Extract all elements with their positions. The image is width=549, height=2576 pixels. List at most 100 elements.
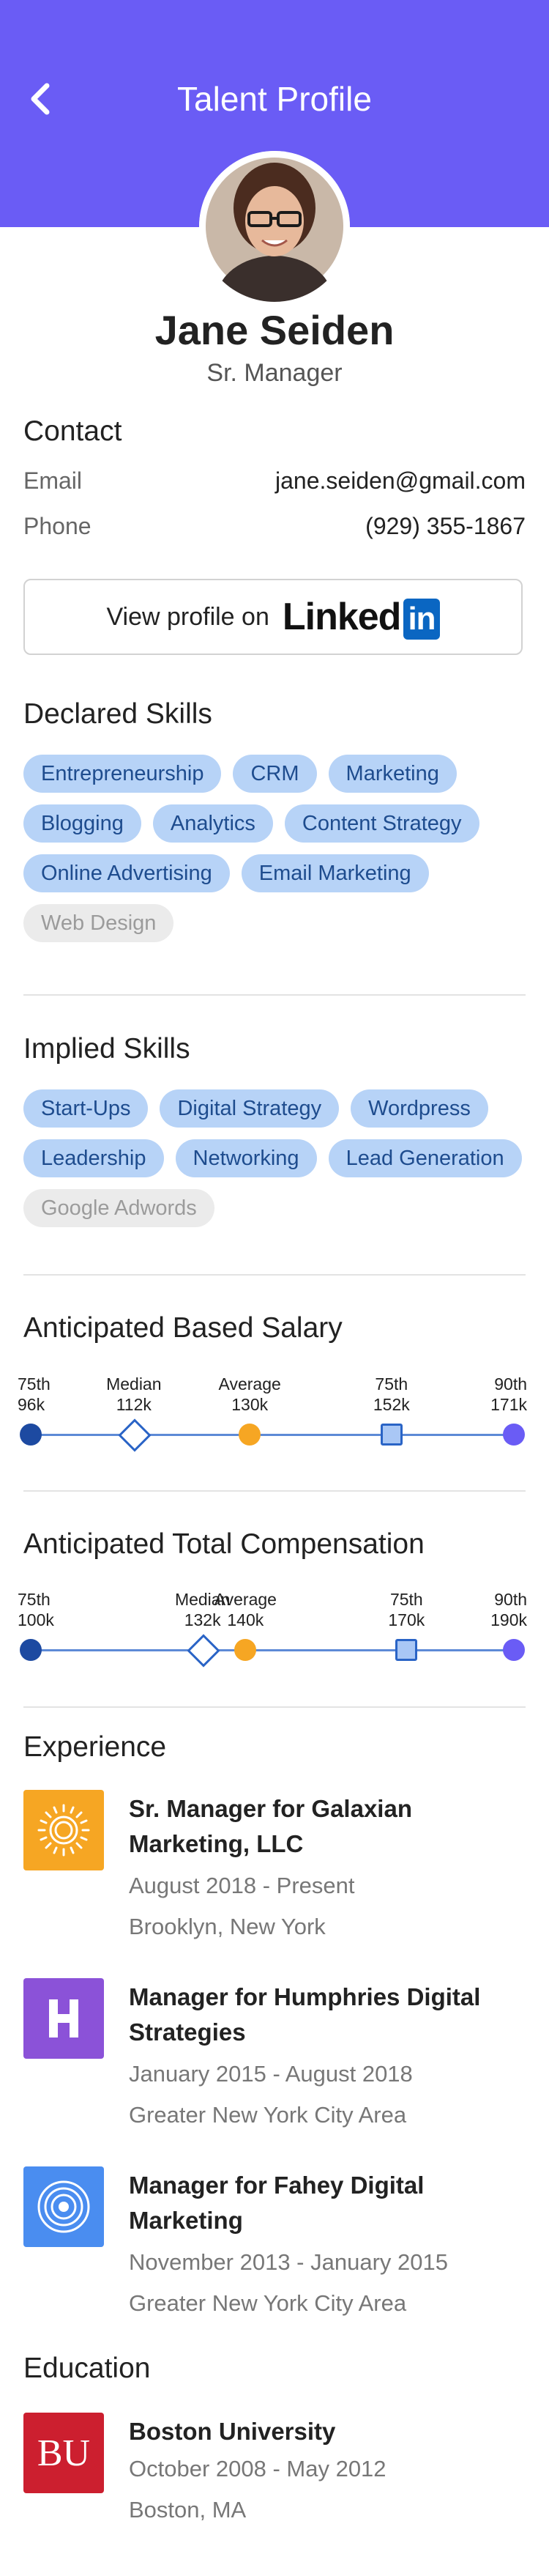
- range-value-label: 130k: [231, 1395, 269, 1414]
- education-school: Boston University: [129, 2418, 336, 2445]
- range-percentile-label: 75th: [389, 1590, 423, 1609]
- experience-location: Greater New York City Area: [129, 2290, 407, 2316]
- view-linkedin-profile-button[interactable]: View profile on Linked in: [23, 579, 523, 655]
- experience-location: Brooklyn, New York: [129, 1914, 326, 1939]
- education-title: Education: [23, 2353, 151, 2384]
- implied-skills-chip[interactable]: Google Adwords: [23, 1189, 214, 1227]
- experience-dates: August 2018 - Present: [129, 1873, 355, 1898]
- range-marker-dot-yellow: [234, 1639, 257, 1661]
- range-marker-dot-blue: [20, 1639, 42, 1661]
- range-marker-square: [395, 1639, 418, 1661]
- declared-skills-title: Declared Skills: [23, 698, 212, 730]
- sun-logo-icon: [37, 1804, 90, 1857]
- profile-role: Sr. Manager: [206, 359, 343, 387]
- implied-skills-chip[interactable]: Lead Generation: [328, 1139, 522, 1177]
- implied-skills-chip[interactable]: Networking: [175, 1139, 317, 1177]
- range-tick-label: Average 130k: [206, 1374, 294, 1415]
- profile-photo: [199, 151, 350, 302]
- range-percentile-label: 75th: [375, 1374, 408, 1394]
- experience-title: Experience: [23, 1731, 167, 1763]
- divider: [23, 994, 526, 996]
- phone-label: Phone: [23, 513, 92, 539]
- avatar: [199, 151, 350, 302]
- declared-skills-chip[interactable]: Entrepreneurship: [23, 755, 222, 793]
- range-value-label: 100k: [18, 1610, 54, 1629]
- range-percentile-label: Average: [214, 1590, 277, 1609]
- range-percentile-label: Median: [106, 1374, 162, 1394]
- experience-dates: November 2013 - January 2015: [129, 2249, 448, 2275]
- email-value[interactable]: jane.seiden@gmail.com: [275, 467, 526, 495]
- range-marker-dot-blue: [20, 1424, 42, 1446]
- experience-location: Greater New York City Area: [129, 2102, 407, 2128]
- implied-skills-title: Implied Skills: [23, 1033, 190, 1065]
- range-percentile-label: 90th: [494, 1590, 527, 1609]
- experience-dates: January 2015 - August 2018: [129, 2061, 413, 2087]
- declared-skills-chip[interactable]: CRM: [233, 755, 317, 793]
- linkedin-wordmark: Linked: [282, 595, 402, 638]
- bu-logo-text: BU: [37, 2432, 91, 2474]
- range-percentile-label: Average: [218, 1374, 281, 1394]
- range-value-label: 171k: [490, 1395, 527, 1414]
- declared-skills-chip[interactable]: Email Marketing: [241, 854, 429, 892]
- range-marker-dot-purple: [503, 1639, 525, 1661]
- range-marker-diamond: [187, 1634, 220, 1668]
- range-tick-label: 75th 170k: [362, 1589, 450, 1630]
- range-track: [31, 1649, 514, 1651]
- base-salary-title: Anticipated Based Salary: [23, 1312, 343, 1344]
- range-tick-label: Average 140k: [201, 1589, 289, 1630]
- declared-skills-chip[interactable]: Online Advertising: [23, 854, 230, 892]
- range-tick-label: Median 112k: [90, 1374, 178, 1415]
- experience-title-text: Manager for Fahey Digital Marketing: [129, 2172, 425, 2234]
- range-marker-dot-purple: [503, 1424, 525, 1446]
- linkedin-button-label: View profile on: [106, 602, 269, 631]
- total-comp-title: Anticipated Total Compensation: [23, 1528, 425, 1560]
- range-percentile-label: 90th: [494, 1374, 527, 1394]
- declared-skills-chip[interactable]: Blogging: [23, 804, 141, 843]
- experience-logo: [23, 1978, 104, 2059]
- range-percentile-label: 75th: [18, 1590, 51, 1609]
- implied-skills-chip[interactable]: Start-Ups: [23, 1089, 149, 1128]
- range-tick-label: 75th 100k: [18, 1589, 105, 1630]
- range-value-label: 112k: [116, 1395, 152, 1414]
- page-title: Talent Profile: [177, 80, 372, 118]
- divider: [23, 1274, 526, 1276]
- range-tick-label: 75th 152k: [348, 1374, 436, 1415]
- declared-skills-chip[interactable]: Content Strategy: [284, 804, 479, 843]
- range-value-label: 170k: [388, 1610, 425, 1629]
- divider: [23, 1706, 526, 1708]
- base-salary-range: 75th 96k Median 112k Average 130k 75th 152k 90th…: [0, 1374, 549, 1462]
- implied-skills-chip[interactable]: Wordpress: [351, 1089, 488, 1128]
- linkedin-logo: Linked in: [283, 595, 440, 640]
- range-marker-diamond: [118, 1418, 152, 1452]
- email-label: Email: [23, 467, 83, 494]
- education-location: Boston, MA: [129, 2497, 247, 2523]
- phone-value[interactable]: (929) 355-1867: [365, 513, 526, 540]
- range-tick-label: 90th 190k: [439, 1589, 527, 1630]
- range-marker-square: [380, 1424, 403, 1446]
- range-value-label: 152k: [373, 1395, 410, 1414]
- declared-skills-chip[interactable]: Web Design: [23, 904, 174, 942]
- experience-logo: [23, 2166, 104, 2247]
- education-dates: October 2008 - May 2012: [129, 2456, 386, 2481]
- range-value-label: 190k: [490, 1610, 527, 1629]
- declared-skills-chip[interactable]: Marketing: [328, 755, 457, 793]
- implied-skills-list: Start-Ups Digital Strategy Wordpress Leader…: [23, 1089, 529, 1227]
- concentric-circles-logo-icon: [37, 2180, 90, 2233]
- divider: [23, 1490, 526, 1492]
- declared-skills-list: Entrepreneurship CRM Marketing Blogging Anal…: [23, 755, 529, 942]
- range-track: [31, 1434, 514, 1436]
- experience-title-text: Manager for Humphries Digital Strategies: [129, 1983, 481, 2046]
- experience-title-text: Sr. Manager for Galaxian Marketing, LLC: [129, 1795, 412, 1857]
- range-tick-label: 90th 171k: [439, 1374, 527, 1415]
- experience-logo: [23, 1790, 104, 1870]
- linkedin-in-badge: in: [403, 598, 440, 640]
- profile-name: Jane Seiden: [154, 307, 395, 353]
- education-logo: BU: [23, 2413, 104, 2493]
- declared-skills-chip[interactable]: Analytics: [152, 804, 273, 843]
- implied-skills-chip[interactable]: Leadership: [23, 1139, 164, 1177]
- total-comp-range: 75th 100k Median 132k Average 140k 75th 170k 90t…: [0, 1589, 549, 1677]
- range-value-label: 140k: [227, 1610, 264, 1629]
- implied-skills-chip[interactable]: Digital Strategy: [160, 1089, 340, 1128]
- range-marker-dot-yellow: [239, 1424, 261, 1446]
- h-letter-logo-icon: [49, 1999, 78, 2038]
